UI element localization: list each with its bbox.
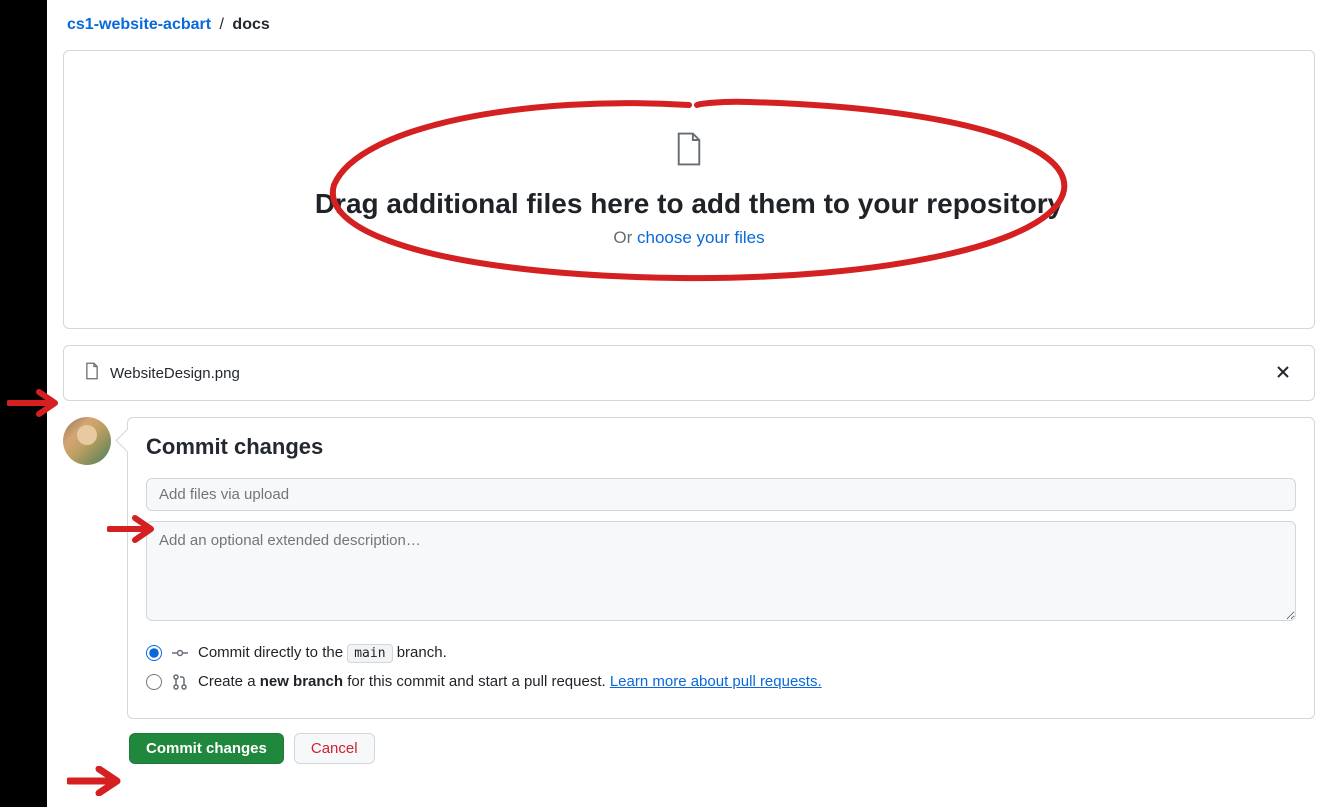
breadcrumb-current: docs <box>232 16 269 33</box>
git-commit-icon <box>172 645 188 661</box>
file-icon <box>84 362 100 384</box>
commit-summary-input[interactable] <box>146 478 1296 511</box>
git-pull-request-icon <box>172 674 188 690</box>
option-branch-prefix: Create a <box>198 673 260 690</box>
radio-direct[interactable] <box>146 645 162 661</box>
commit-description-textarea[interactable] <box>146 521 1296 621</box>
breadcrumb-repo-link[interactable]: cs1-website-acbart <box>67 16 211 33</box>
breadcrumb: cs1-website-acbart / docs <box>63 16 1315 34</box>
uploaded-file-name: WebsiteDesign.png <box>110 365 240 382</box>
cancel-button[interactable]: Cancel <box>294 733 375 764</box>
learn-more-link[interactable]: Learn more about pull requests. <box>610 673 822 690</box>
commit-option-direct[interactable]: Commit directly to the main branch. <box>146 644 1296 661</box>
option-direct-suffix: branch. <box>393 644 447 661</box>
file-icon <box>673 131 705 172</box>
or-text: Or <box>613 228 637 247</box>
branch-name: main <box>347 644 392 663</box>
drop-zone-heading: Drag additional files here to add them t… <box>84 188 1294 220</box>
breadcrumb-separator: / <box>220 16 224 33</box>
close-icon <box>1276 365 1290 379</box>
commit-panel: Commit changes Commit directly to the ma… <box>127 417 1315 719</box>
radio-new-branch[interactable] <box>146 674 162 690</box>
option-branch-suffix: for this commit and start a pull request… <box>343 673 610 690</box>
option-branch-bold: new branch <box>260 673 343 690</box>
left-sidebar-spacer <box>0 0 47 807</box>
annotation-arrow-commit-button <box>67 766 127 796</box>
commit-option-new-branch[interactable]: Create a new branch for this commit and … <box>146 673 1296 690</box>
drop-zone-subtext: Or choose your files <box>84 228 1294 248</box>
choose-files-link[interactable]: choose your files <box>637 228 765 247</box>
option-direct-prefix: Commit directly to the <box>198 644 347 661</box>
uploaded-file-row: WebsiteDesign.png <box>63 345 1315 401</box>
avatar <box>63 417 111 465</box>
commit-heading: Commit changes <box>146 434 1296 460</box>
commit-changes-button[interactable]: Commit changes <box>129 733 284 764</box>
remove-file-button[interactable] <box>1272 363 1294 384</box>
file-drop-zone[interactable]: Drag additional files here to add them t… <box>63 50 1315 329</box>
